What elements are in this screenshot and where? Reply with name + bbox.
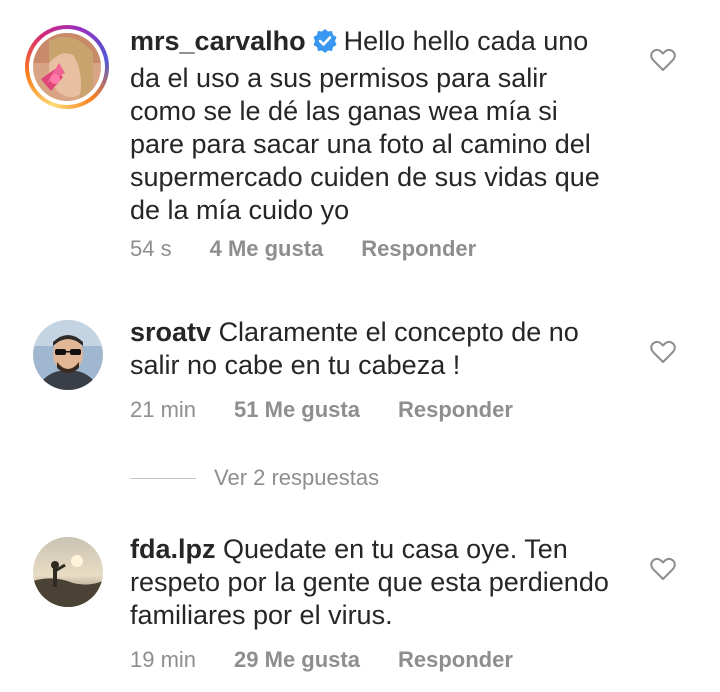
reply-button[interactable]: Responder <box>398 397 513 422</box>
reply-button[interactable]: Responder <box>398 647 513 672</box>
avatar[interactable] <box>33 537 103 607</box>
avatar[interactable] <box>33 33 101 101</box>
like-count[interactable]: 51 Me gusta <box>234 397 360 422</box>
comment-line: como se le dé las ganas wea mía si <box>130 96 558 126</box>
view-replies-label: Ver 2 respuestas <box>214 465 380 490</box>
comment-meta: 21 min 51 Me gusta Responder <box>130 397 551 423</box>
comment-line: de la mía cuido yo <box>130 195 350 225</box>
like-count[interactable]: 29 Me gusta <box>234 647 360 672</box>
comment-meta: 54 s 4 Me gusta Responder <box>130 236 514 262</box>
like-count[interactable]: 4 Me gusta <box>210 236 324 261</box>
heart-outline-icon[interactable] <box>650 557 676 586</box>
comment-timestamp: 21 min <box>130 397 197 422</box>
comment-text: fda.lpz Quedate en tu casa oye. Ten resp… <box>130 533 640 632</box>
comment-line: da el uso a sus permisos para salir <box>130 63 548 93</box>
comment-line: pare para sacar una foto al camino del <box>130 129 591 159</box>
avatar[interactable] <box>33 320 103 390</box>
comment-line: familiares por el virus. <box>130 600 393 630</box>
comment-timestamp: 54 s <box>130 236 172 261</box>
comment-line: Hello hello cada uno <box>343 26 589 56</box>
comment-line: Quedate en tu casa oye. Ten <box>223 534 568 564</box>
view-replies-button[interactable]: Ver 2 respuestas <box>130 463 379 493</box>
comment-username[interactable]: fda.lpz <box>130 534 216 564</box>
comment-line: Claramente el concepto de no <box>218 317 579 347</box>
comment-text: mrs_carvalho Hello hello cada uno da el u… <box>130 25 640 227</box>
comment-username[interactable]: mrs_carvalho <box>130 26 306 56</box>
comment-meta: 19 min 29 Me gusta Responder <box>130 647 551 673</box>
verified-badge-icon <box>312 28 338 62</box>
comment-text: sroatv Claramente el concepto de no sali… <box>130 316 640 382</box>
heart-outline-icon[interactable] <box>650 340 676 369</box>
comment-line: salir no cabe en tu cabeza ! <box>130 350 461 380</box>
comment-line: supermercado cuiden de sus vidas que <box>130 162 600 192</box>
replies-divider <box>130 477 196 479</box>
comment-timestamp: 19 min <box>130 647 197 672</box>
heart-outline-icon[interactable] <box>650 48 676 77</box>
comment-line: respeto por la gente que esta perdiendo <box>130 567 609 597</box>
reply-button[interactable]: Responder <box>361 236 476 261</box>
comment-username[interactable]: sroatv <box>130 317 211 347</box>
comment-item: mrs_carvalho Hello hello cada uno da el u… <box>0 0 720 290</box>
